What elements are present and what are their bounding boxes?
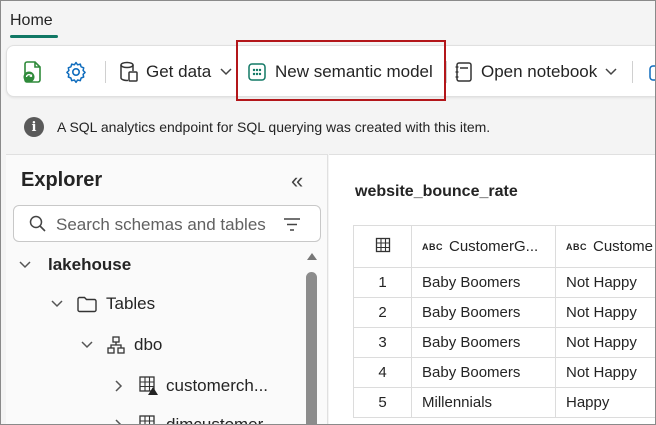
more-toolbar-button[interactable] <box>648 58 656 88</box>
tree-label: lakehouse <box>48 255 132 274</box>
toolbar-separator <box>105 61 106 83</box>
table-row[interactable]: 3 Baby Boomers Not Happy <box>353 327 656 358</box>
table-cell: Baby Boomers <box>411 357 556 388</box>
tree-item-customerch[interactable]: customerch... <box>114 375 268 397</box>
row-number: 4 <box>353 357 412 388</box>
scroll-up-arrow[interactable] <box>307 253 317 260</box>
tree-item-dbo[interactable]: dbo <box>80 335 162 355</box>
row-number: 3 <box>353 327 412 358</box>
chevron-down-icon <box>51 300 63 308</box>
search-icon <box>29 215 46 232</box>
chevron-right-icon <box>115 419 123 425</box>
info-bar: i A SQL analytics endpoint for SQL query… <box>24 117 490 137</box>
new-semantic-model-button[interactable]: New semantic model <box>247 57 433 87</box>
tree-label: Tables <box>106 294 156 313</box>
table-row[interactable]: 5 Millennials Happy <box>353 387 656 418</box>
toolbar-separator <box>632 61 633 83</box>
tab-home[interactable]: Home <box>10 12 53 30</box>
chevron-down-icon <box>19 261 31 269</box>
table-cell: Millennials <box>411 387 556 418</box>
table-cell: Not Happy <box>554 267 656 298</box>
tree-label: dbo <box>134 335 163 354</box>
row-number: 5 <box>353 387 412 418</box>
notebook-icon <box>455 62 472 82</box>
filter-icon <box>284 218 300 231</box>
table-cell: Baby Boomers <box>411 267 556 298</box>
get-data-label: Get data <box>146 62 212 81</box>
chevron-down-icon <box>605 68 617 76</box>
scrollbar-thumb[interactable] <box>306 272 317 425</box>
column-header-label: Custome <box>593 238 654 255</box>
chevron-right-icon <box>115 380 123 392</box>
database-icon <box>120 61 138 82</box>
explorer-title: Explorer <box>21 169 103 191</box>
ribbon-toolbar: Get data New semantic model Open noteboo… <box>6 45 656 97</box>
refresh-doc-icon <box>23 61 41 83</box>
chevron-down-icon <box>220 68 232 76</box>
table-cell: Happy <box>554 387 656 418</box>
semantic-model-icon <box>248 63 266 81</box>
table-row[interactable]: 2 Baby Boomers Not Happy <box>353 297 656 328</box>
new-semantic-model-label: New semantic model <box>275 62 433 81</box>
tree-item-tables[interactable]: Tables <box>50 294 155 314</box>
grid-icon-header <box>353 225 412 268</box>
column-header[interactable]: ABC Custome <box>554 225 656 268</box>
delta-table-icon <box>139 376 158 395</box>
grid-icon <box>375 237 390 252</box>
tree-item-lakehouse[interactable]: lakehouse <box>18 255 131 275</box>
toolbar-separator <box>446 61 447 83</box>
tab-home-indicator <box>10 35 58 38</box>
settings-button[interactable] <box>64 57 88 87</box>
refresh-button[interactable] <box>21 57 45 87</box>
table-row[interactable]: 1 Baby Boomers Not Happy <box>353 267 656 298</box>
get-data-button[interactable]: Get data <box>118 57 233 87</box>
explorer-panel: Explorer « Search schemas and tables lak… <box>6 154 328 425</box>
tree-label: customerch... <box>166 376 269 395</box>
table-cell: Not Happy <box>554 327 656 358</box>
open-notebook-label: Open notebook <box>481 62 598 81</box>
table-cell: Baby Boomers <box>411 297 556 328</box>
text-type-icon: ABC <box>422 242 443 253</box>
collapse-panel-icon[interactable]: « <box>291 168 303 194</box>
partial-icon <box>649 65 656 81</box>
table-cell: Baby Boomers <box>411 327 556 358</box>
chevron-down-icon <box>81 341 93 349</box>
search-input[interactable]: Search schemas and tables <box>13 205 321 242</box>
table-title: website_bounce_rate <box>355 183 518 200</box>
tree-label: dimcustomer <box>166 415 264 425</box>
table-cell: Not Happy <box>554 297 656 328</box>
table-icon <box>139 415 155 425</box>
open-notebook-button[interactable]: Open notebook <box>454 57 618 87</box>
table-header-row: ABC CustomerG... ABC Custome <box>353 225 656 268</box>
row-number: 1 <box>353 267 412 298</box>
text-type-icon: ABC <box>566 242 587 253</box>
data-preview-panel: website_bounce_rate ABC CustomerG... ABC C… <box>329 154 656 425</box>
data-table: ABC CustomerG... ABC Custome 1 Baby Boomer… <box>353 225 656 418</box>
gear-icon <box>66 61 86 84</box>
row-number: 2 <box>353 297 412 328</box>
table-row[interactable]: 4 Baby Boomers Not Happy <box>353 357 656 388</box>
table-cell: Not Happy <box>554 357 656 388</box>
schema-icon <box>107 336 125 354</box>
info-icon: i <box>24 117 44 137</box>
search-placeholder: Search schemas and tables <box>56 215 266 234</box>
folder-icon <box>77 296 97 313</box>
column-header[interactable]: ABC CustomerG... <box>411 225 556 268</box>
info-text: A SQL analytics endpoint for SQL queryin… <box>57 119 491 135</box>
tree-item-dimcustomer[interactable]: dimcustomer <box>114 414 263 425</box>
column-header-label: CustomerG... <box>449 238 539 255</box>
